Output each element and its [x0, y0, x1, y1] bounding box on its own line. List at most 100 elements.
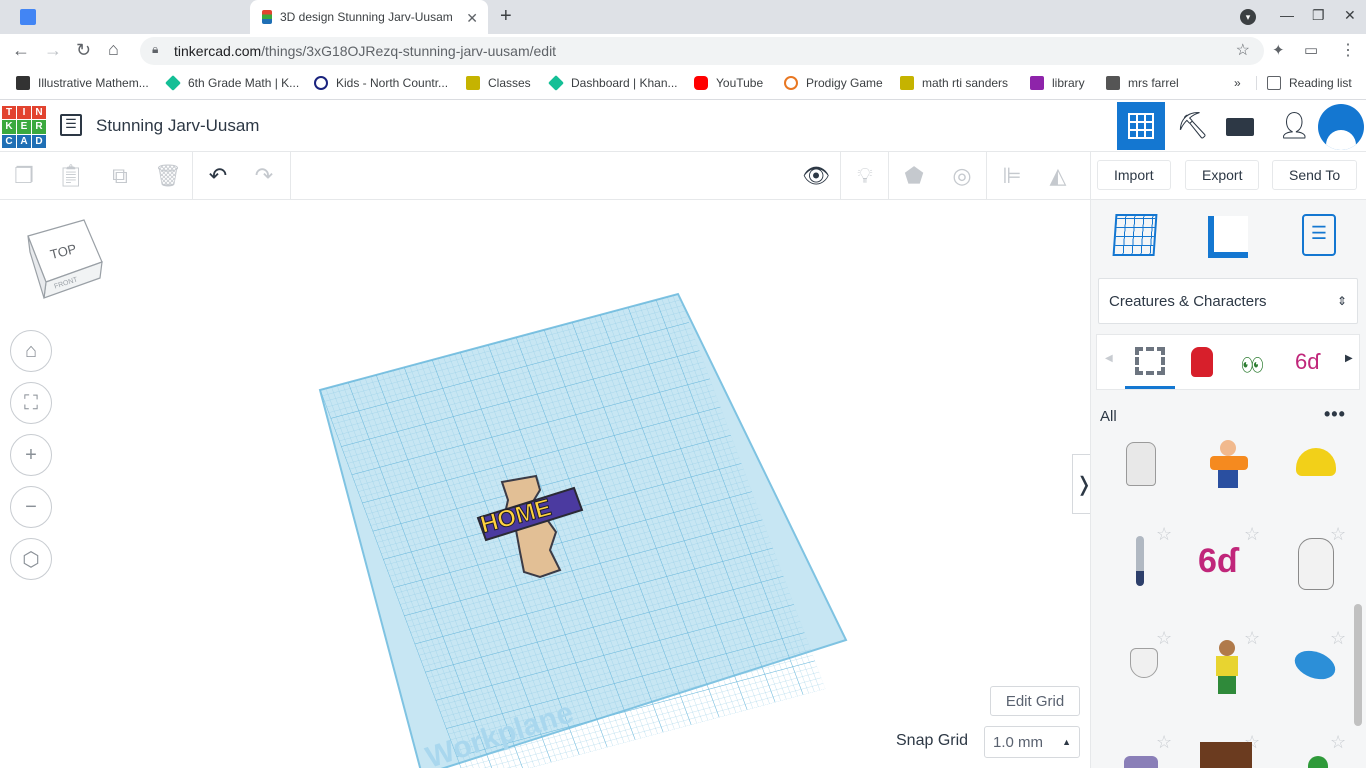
invite-user-icon[interactable]: 👤︎: [1278, 110, 1311, 141]
import-button[interactable]: Import: [1097, 160, 1171, 190]
bricks-icon[interactable]: [1226, 118, 1254, 136]
favorite-star-icon[interactable]: ☆: [1330, 732, 1346, 753]
select-frame-icon: [1135, 347, 1165, 375]
undo-icon[interactable]: ↶: [202, 160, 234, 192]
browser-tab-strip: 3D design Stunning Jarv-Uusam ✕ + ▾ — ❐ …: [0, 0, 1366, 34]
address-bar[interactable]: 🔒︎ tinkercad.com/things/3xG18OJRezq-stun…: [140, 37, 1264, 65]
shape-thumbnail[interactable]: [1130, 648, 1158, 678]
shape-thumbnail[interactable]: [1298, 538, 1334, 590]
view-cube[interactable]: TOP FRONT: [26, 218, 104, 300]
shape-thumbnail[interactable]: [1206, 440, 1252, 488]
mirror-icon[interactable]: ◭: [1042, 160, 1074, 192]
bookmark-label: Dashboard | Khan...: [571, 76, 678, 90]
zoom-out-icon[interactable]: −: [10, 486, 52, 528]
paste-icon[interactable]: 📋︎: [55, 160, 87, 192]
zoom-in-icon[interactable]: +: [10, 434, 52, 476]
tab-search-icon[interactable]: ▾: [1240, 9, 1256, 25]
favorite-star-icon[interactable]: ☆: [1244, 524, 1260, 545]
close-tab-icon[interactable]: ✕: [466, 10, 478, 27]
redo-icon[interactable]: ↷: [248, 160, 280, 192]
all-shapes-tab[interactable]: [1125, 335, 1175, 389]
favorite-star-icon[interactable]: ☆: [1156, 732, 1172, 753]
notes-icon[interactable]: ☰: [1302, 214, 1336, 256]
menu-icon[interactable]: ⋮: [1340, 40, 1356, 60]
favorite-star-icon[interactable]: ☆: [1244, 628, 1260, 649]
khan-icon: [548, 75, 564, 91]
delete-icon[interactable]: 🗑︎: [152, 160, 184, 192]
group-icon[interactable]: ⬟: [898, 160, 930, 192]
reading-list-button[interactable]: Reading list: [1256, 76, 1352, 90]
bookmark-label: Kids - North Countr...: [336, 76, 449, 90]
edit-grid-button[interactable]: Edit Grid: [990, 686, 1080, 716]
ruler-icon[interactable]: [1208, 216, 1248, 258]
snap-grid-select[interactable]: 1.0 mm ▲: [984, 726, 1080, 758]
fit-view-icon[interactable]: ⛶: [10, 382, 52, 424]
export-button[interactable]: Export: [1185, 160, 1260, 190]
scroll-left-icon[interactable]: ◀: [1105, 353, 1113, 364]
logo-letter: D: [32, 134, 46, 148]
design-title[interactable]: Stunning Jarv-Uusam: [96, 116, 259, 136]
scroll-right-icon[interactable]: ▶: [1345, 353, 1353, 364]
bookmark-label: Prodigy Game: [806, 76, 883, 90]
favorite-star-icon[interactable]: ☆: [1330, 524, 1346, 545]
3d-viewport[interactable]: Workplane HOME: [0, 200, 1090, 768]
bookmark-item[interactable]: library: [1030, 76, 1085, 90]
design-list-icon[interactable]: ☰: [60, 114, 82, 136]
tinkercad-logo[interactable]: TIN KER CAD: [2, 106, 46, 148]
bookmark-item[interactable]: Classes: [466, 76, 531, 90]
codeblocks-pickaxe-icon[interactable]: ⛏: [1176, 110, 1209, 141]
forward-icon[interactable]: →: [44, 40, 62, 61]
workplane-tool-icon[interactable]: [1112, 214, 1158, 256]
bookmark-item[interactable]: mrs farrel: [1106, 76, 1179, 90]
ortho-view-icon[interactable]: ⬡: [10, 538, 52, 580]
3d-view-button[interactable]: [1117, 102, 1165, 150]
more-bookmarks-icon[interactable]: »: [1234, 76, 1241, 90]
eyes-tab-icon[interactable]: 👀︎: [1241, 355, 1264, 376]
shape-category-select[interactable]: Creatures & Characters ⇕: [1098, 278, 1358, 324]
shape-thumbnail[interactable]: [1136, 536, 1144, 586]
workplane[interactable]: Workplane: [318, 292, 848, 768]
send-to-button[interactable]: Send To: [1272, 160, 1358, 190]
cast-icon[interactable]: ▭: [1304, 41, 1318, 59]
copy-icon[interactable]: ❐: [8, 160, 40, 192]
bookmark-item[interactable]: Dashboard | Khan...: [548, 75, 678, 91]
extensions-icon[interactable]: ✦: [1272, 41, 1285, 59]
url-host: tinkercad.com: [174, 43, 262, 59]
back-icon[interactable]: ←: [12, 40, 30, 61]
bookmark-item[interactable]: Prodigy Game: [784, 76, 883, 90]
bookmark-item[interactable]: Kids - North Countr...: [314, 76, 448, 90]
more-options-icon[interactable]: •••: [1324, 404, 1346, 425]
lightbulb-icon[interactable]: 💡︎: [849, 160, 881, 192]
ungroup-icon[interactable]: ◎: [946, 160, 978, 192]
minimize-icon[interactable]: —: [1280, 7, 1294, 23]
bookmark-item[interactable]: math rti sanders: [900, 76, 1008, 90]
restore-icon[interactable]: ❐: [1312, 7, 1325, 24]
notes-eye-icon[interactable]: 👁︎: [800, 160, 832, 192]
close-window-icon[interactable]: ✕: [1344, 7, 1356, 24]
bookmark-item[interactable]: YouTube: [694, 76, 763, 90]
new-tab-icon[interactable]: +: [500, 5, 512, 28]
bookmark-item[interactable]: 6th Grade Math | K...: [165, 75, 299, 91]
monster-tab-icon[interactable]: [1191, 347, 1213, 377]
favorite-star-icon[interactable]: ☆: [1156, 524, 1172, 545]
shape-thumbnail[interactable]: [1214, 640, 1240, 694]
shape-thumbnail[interactable]: [1124, 756, 1158, 768]
favorite-star-icon[interactable]: ☆: [1156, 628, 1172, 649]
align-icon[interactable]: ⊫: [996, 160, 1028, 192]
home-icon[interactable]: ⌂: [108, 39, 119, 60]
panel-scrollbar[interactable]: [1354, 604, 1362, 726]
glasses-tab-icon[interactable]: 6ɗ: [1295, 349, 1319, 375]
duplicate-icon[interactable]: ⧉: [104, 160, 136, 192]
shape-thumbnail[interactable]: [1200, 742, 1252, 768]
bookmark-item[interactable]: Illustrative Mathem...: [16, 76, 149, 90]
browser-tab-tinkercad[interactable]: 3D design Stunning Jarv-Uusam ✕: [250, 0, 488, 34]
reload-icon[interactable]: ↻: [76, 40, 91, 61]
favorite-star-icon[interactable]: ☆: [1330, 628, 1346, 649]
browser-tab-docs[interactable]: [8, 0, 250, 34]
bookmark-star-icon[interactable]: ☆: [1236, 40, 1250, 60]
avatar[interactable]: [1318, 104, 1364, 150]
shape-thumbnail[interactable]: [1126, 442, 1156, 486]
home-view-icon[interactable]: ⌂: [10, 330, 52, 372]
shape-thumbnail[interactable]: 6ɗ: [1198, 542, 1238, 581]
reading-list-label: Reading list: [1289, 76, 1352, 90]
